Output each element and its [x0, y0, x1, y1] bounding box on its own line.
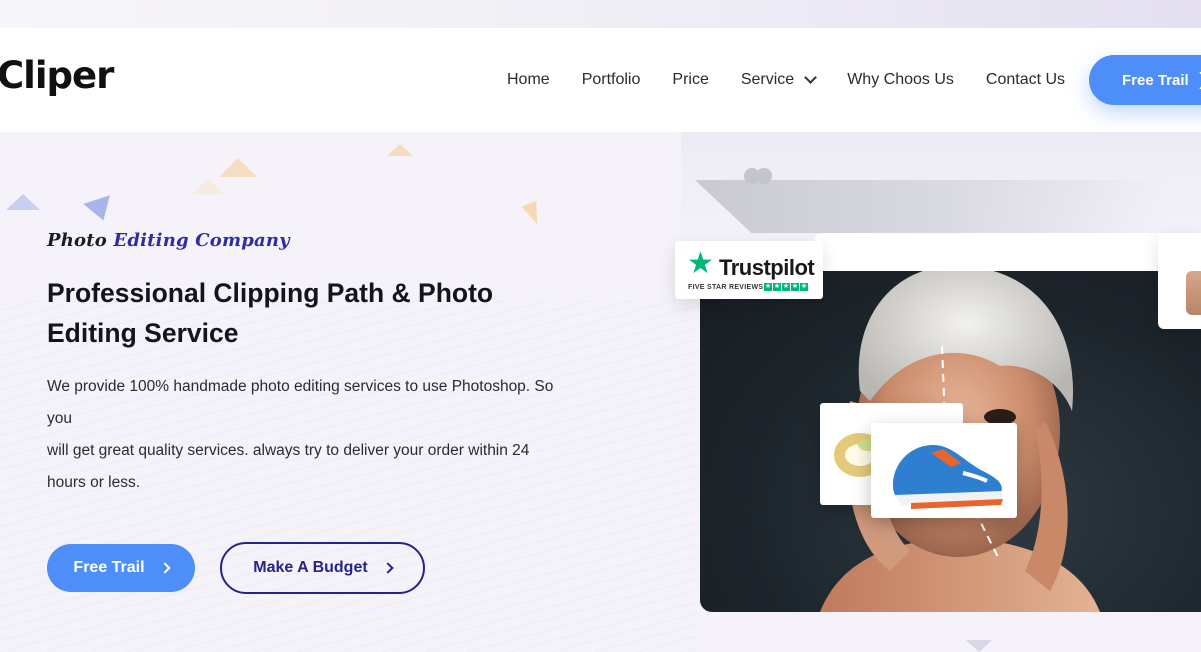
- shoe-image: [893, 445, 1003, 509]
- tagline-part-2: Editing Company: [113, 230, 290, 251]
- trustpilot-subtitle: FIVE STAR REVIEWS: [688, 284, 764, 291]
- nav-item-service[interactable]: Service: [725, 71, 831, 89]
- decorative-triangle: [387, 144, 413, 156]
- trustpilot-badge[interactable]: ★ Trustpilot FIVE STAR REVIEWS ★ ★ ★ ★ ★: [675, 241, 823, 299]
- decorative-triangle: [83, 195, 117, 225]
- hero-description-line-1: We provide 100% handmade photo editing s…: [47, 378, 554, 427]
- nav-free-trial-label: Free Trail: [1122, 71, 1189, 89]
- chevron-down-icon: [804, 71, 818, 84]
- make-a-budget-button[interactable]: Make A Budget: [220, 542, 425, 594]
- nav-item-portfolio[interactable]: Portfolio: [566, 71, 657, 89]
- decorative-triangle: [192, 178, 224, 194]
- hero-title: Professional Clipping Path & Photo Editi…: [47, 278, 494, 348]
- chevron-right-icon: [158, 562, 171, 574]
- bag-image: [1186, 271, 1201, 315]
- navbar: Cliper Home Portfolio Price Service Why …: [0, 28, 1201, 132]
- nav-free-trial-button[interactable]: Free Trail ❯: [1089, 55, 1201, 105]
- hero-description-line-2: will get great quality services. always …: [47, 442, 530, 491]
- hero-description: We provide 100% handmade photo editing s…: [47, 371, 567, 499]
- nav-menu: Home Portfolio Price Service Why Choos U…: [491, 28, 1081, 132]
- decorative-blob: [744, 168, 774, 184]
- nav-item-contact-us[interactable]: Contact Us: [970, 71, 1081, 89]
- nav-item-why-choose-us[interactable]: Why Choos Us: [831, 71, 970, 89]
- trustpilot-rating-stars: ★ ★ ★ ★ ★: [764, 283, 808, 291]
- top-background-band: [0, 0, 1201, 28]
- make-a-budget-label: Make A Budget: [253, 559, 368, 576]
- decorative-triangle: [521, 200, 545, 228]
- trustpilot-name: Trustpilot: [719, 255, 815, 280]
- tagline-part-1: Photo: [47, 230, 107, 251]
- decorative-triangle: [966, 640, 992, 652]
- logo[interactable]: Cliper: [0, 54, 114, 97]
- hero-free-trial-label: Free Trail: [73, 559, 145, 576]
- hero-tagline: Photo Editing Company: [47, 230, 290, 251]
- nav-item-price[interactable]: Price: [656, 71, 724, 89]
- decorative-shape: [695, 180, 1165, 233]
- background-card: [815, 233, 1201, 273]
- trustpilot-star-icon: ★: [687, 247, 714, 280]
- chevron-right-icon: ❯: [1197, 70, 1201, 90]
- decorative-triangle: [219, 158, 257, 177]
- nav-item-home[interactable]: Home: [491, 71, 566, 89]
- hero-free-trial-button[interactable]: Free Trail: [47, 544, 195, 592]
- decorative-triangle: [6, 194, 40, 210]
- chevron-right-icon: [382, 562, 394, 574]
- product-card-bag: [1158, 233, 1201, 329]
- nav-item-service-label: Service: [740, 71, 795, 88]
- product-card-shoe: [871, 423, 1017, 518]
